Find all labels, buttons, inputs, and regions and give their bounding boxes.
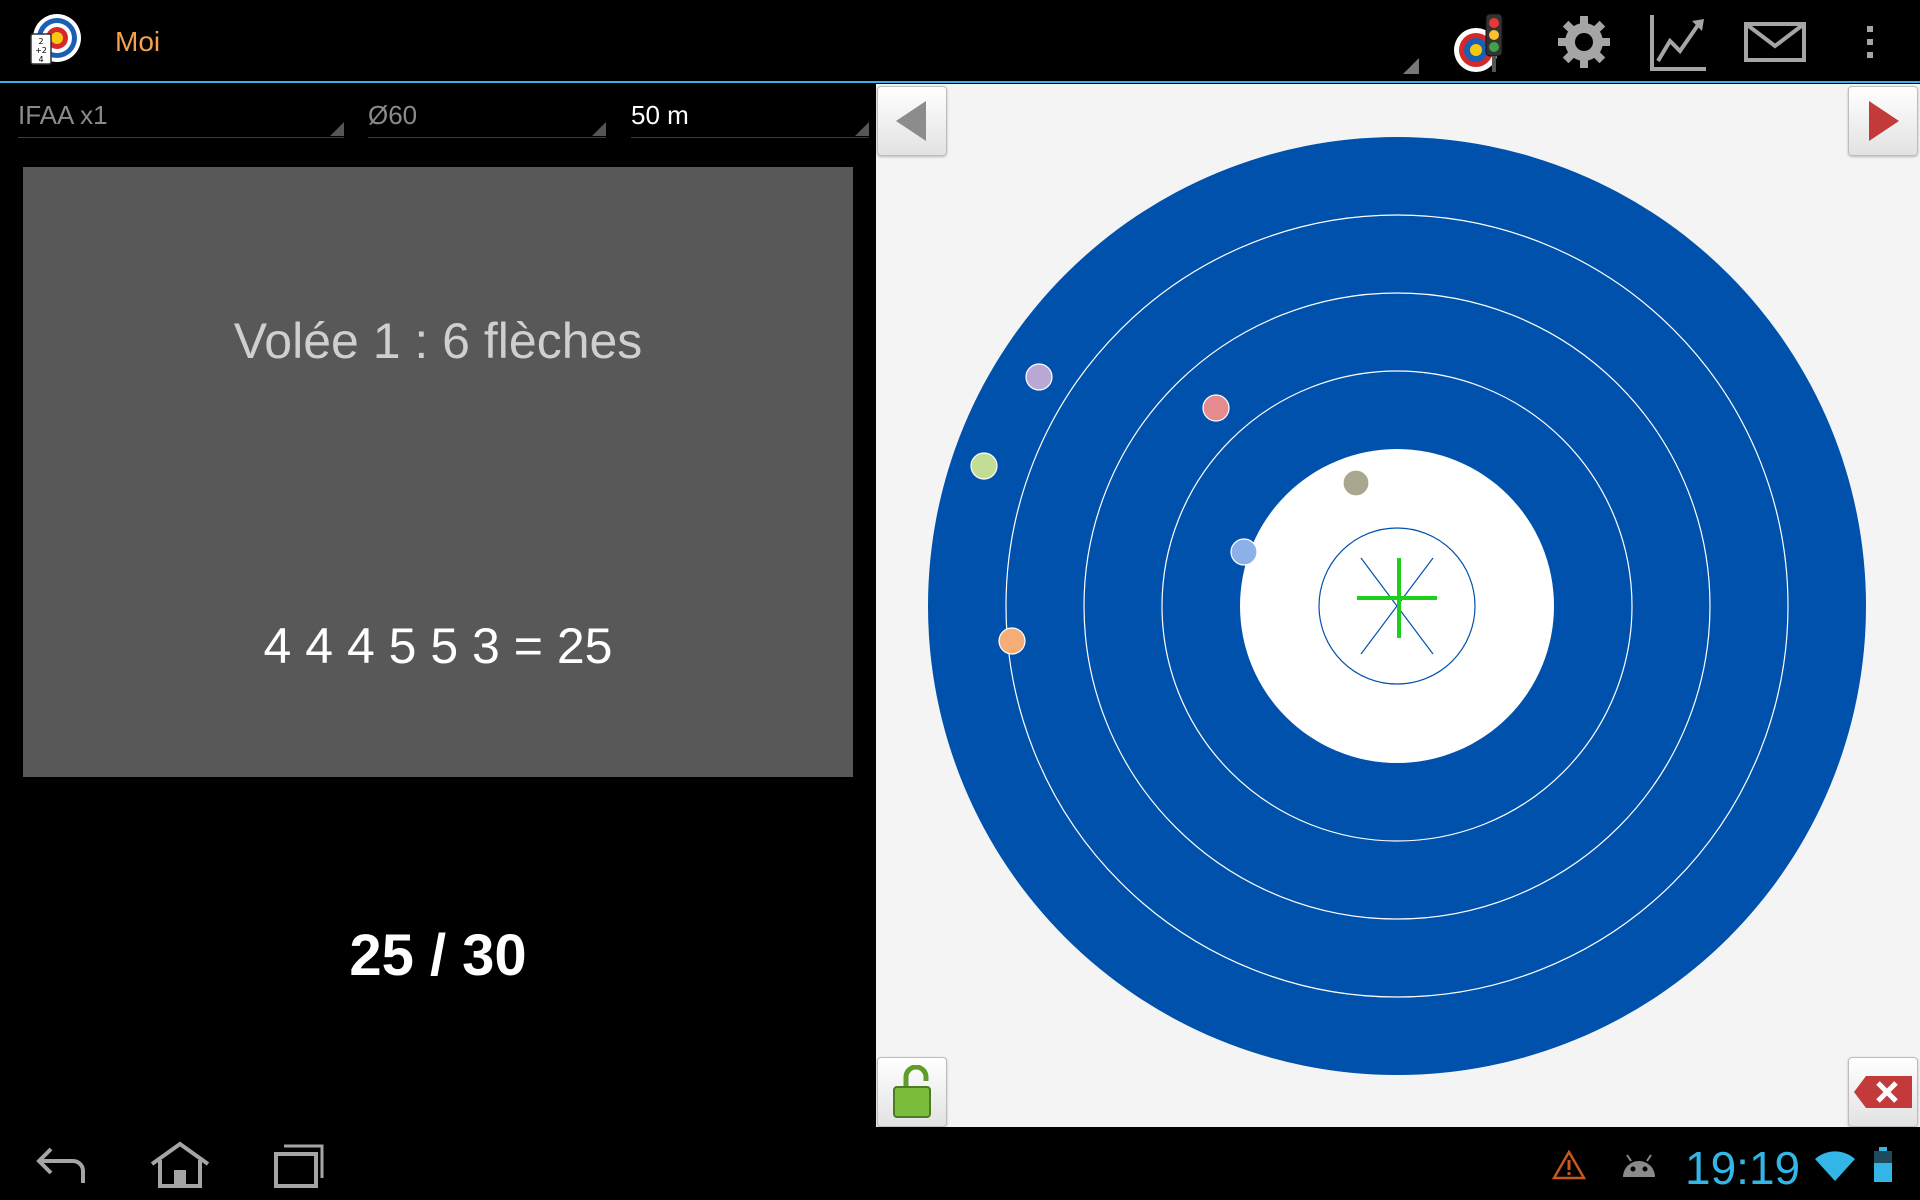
spinner-underline bbox=[368, 137, 606, 138]
system-bar: 19:19 bbox=[0, 1127, 1920, 1200]
dropdown-corner-icon bbox=[1403, 58, 1419, 74]
end-card[interactable]: Volée 1 : 6 flèches 4 4 4 5 5 3 = 25 bbox=[23, 167, 853, 777]
action-bar: 2 +2 4 Moi bbox=[0, 0, 1920, 83]
spinner-arrow-icon bbox=[592, 122, 606, 136]
end-scores: 4 4 4 5 5 3 = 25 bbox=[263, 618, 613, 674]
traffic-light-target-icon[interactable] bbox=[1448, 8, 1516, 76]
arrow-impact[interactable] bbox=[1230, 538, 1258, 566]
next-end-button[interactable] bbox=[1848, 86, 1918, 156]
recent-apps-icon[interactable] bbox=[254, 1137, 344, 1193]
home-icon[interactable] bbox=[135, 1137, 225, 1193]
spinner-underline bbox=[631, 137, 869, 138]
arrow-impact[interactable] bbox=[1342, 469, 1370, 497]
unlock-icon bbox=[893, 1065, 931, 1118]
arrow-impact[interactable] bbox=[1025, 363, 1053, 391]
distance-value: 50 m bbox=[631, 100, 689, 130]
delete-arrow-button[interactable] bbox=[1848, 1057, 1918, 1127]
android-debug-icon[interactable] bbox=[1594, 1137, 1684, 1193]
target-type-value: IFAA x1 bbox=[18, 100, 108, 130]
battery-icon bbox=[1838, 1137, 1920, 1193]
arrow-impact[interactable] bbox=[970, 452, 998, 480]
arrow-right-icon bbox=[1869, 101, 1899, 141]
target-panel[interactable] bbox=[876, 84, 1920, 1127]
svg-text:+2: +2 bbox=[35, 46, 47, 55]
total-score: 25 / 30 bbox=[349, 923, 527, 988]
previous-end-button[interactable] bbox=[877, 86, 947, 156]
target-type-spinner[interactable]: IFAA x1 bbox=[18, 86, 344, 138]
stats-chart-icon[interactable] bbox=[1645, 8, 1713, 76]
spinner-arrow-icon bbox=[330, 122, 344, 136]
arrow-impact[interactable] bbox=[998, 627, 1026, 655]
target-size-spinner[interactable]: Ø60 bbox=[368, 86, 606, 138]
spinner-arrow-icon bbox=[855, 122, 869, 136]
clock: 19:19 bbox=[1685, 1142, 1801, 1194]
backspace-x-icon bbox=[1854, 1076, 1912, 1108]
screen: 2 +2 4 Moi IFAA x1 Ø60 50 m Volée 1: 6 … bbox=[0, 0, 1920, 1200]
spinner-underline bbox=[18, 137, 344, 138]
mail-icon[interactable] bbox=[1741, 8, 1809, 76]
distance-spinner[interactable]: 50 m bbox=[631, 86, 869, 138]
target-face[interactable] bbox=[876, 84, 1920, 1127]
settings-gear-icon[interactable] bbox=[1550, 8, 1618, 76]
end-title: Volée 1 : 6 flèches bbox=[233, 313, 643, 369]
app-title[interactable]: Moi bbox=[115, 26, 160, 58]
action-bar-divider bbox=[0, 81, 1920, 83]
lock-button[interactable] bbox=[877, 1057, 947, 1127]
back-icon[interactable] bbox=[15, 1137, 105, 1193]
arrow-left-icon bbox=[896, 101, 926, 141]
app-target-icon[interactable]: 2 +2 4 bbox=[27, 12, 83, 68]
svg-text:4: 4 bbox=[38, 55, 43, 64]
svg-text:2: 2 bbox=[38, 37, 43, 46]
arrow-impact[interactable] bbox=[1202, 394, 1230, 422]
target-size-value: Ø60 bbox=[368, 100, 418, 130]
overflow-menu-icon[interactable] bbox=[1836, 8, 1904, 76]
